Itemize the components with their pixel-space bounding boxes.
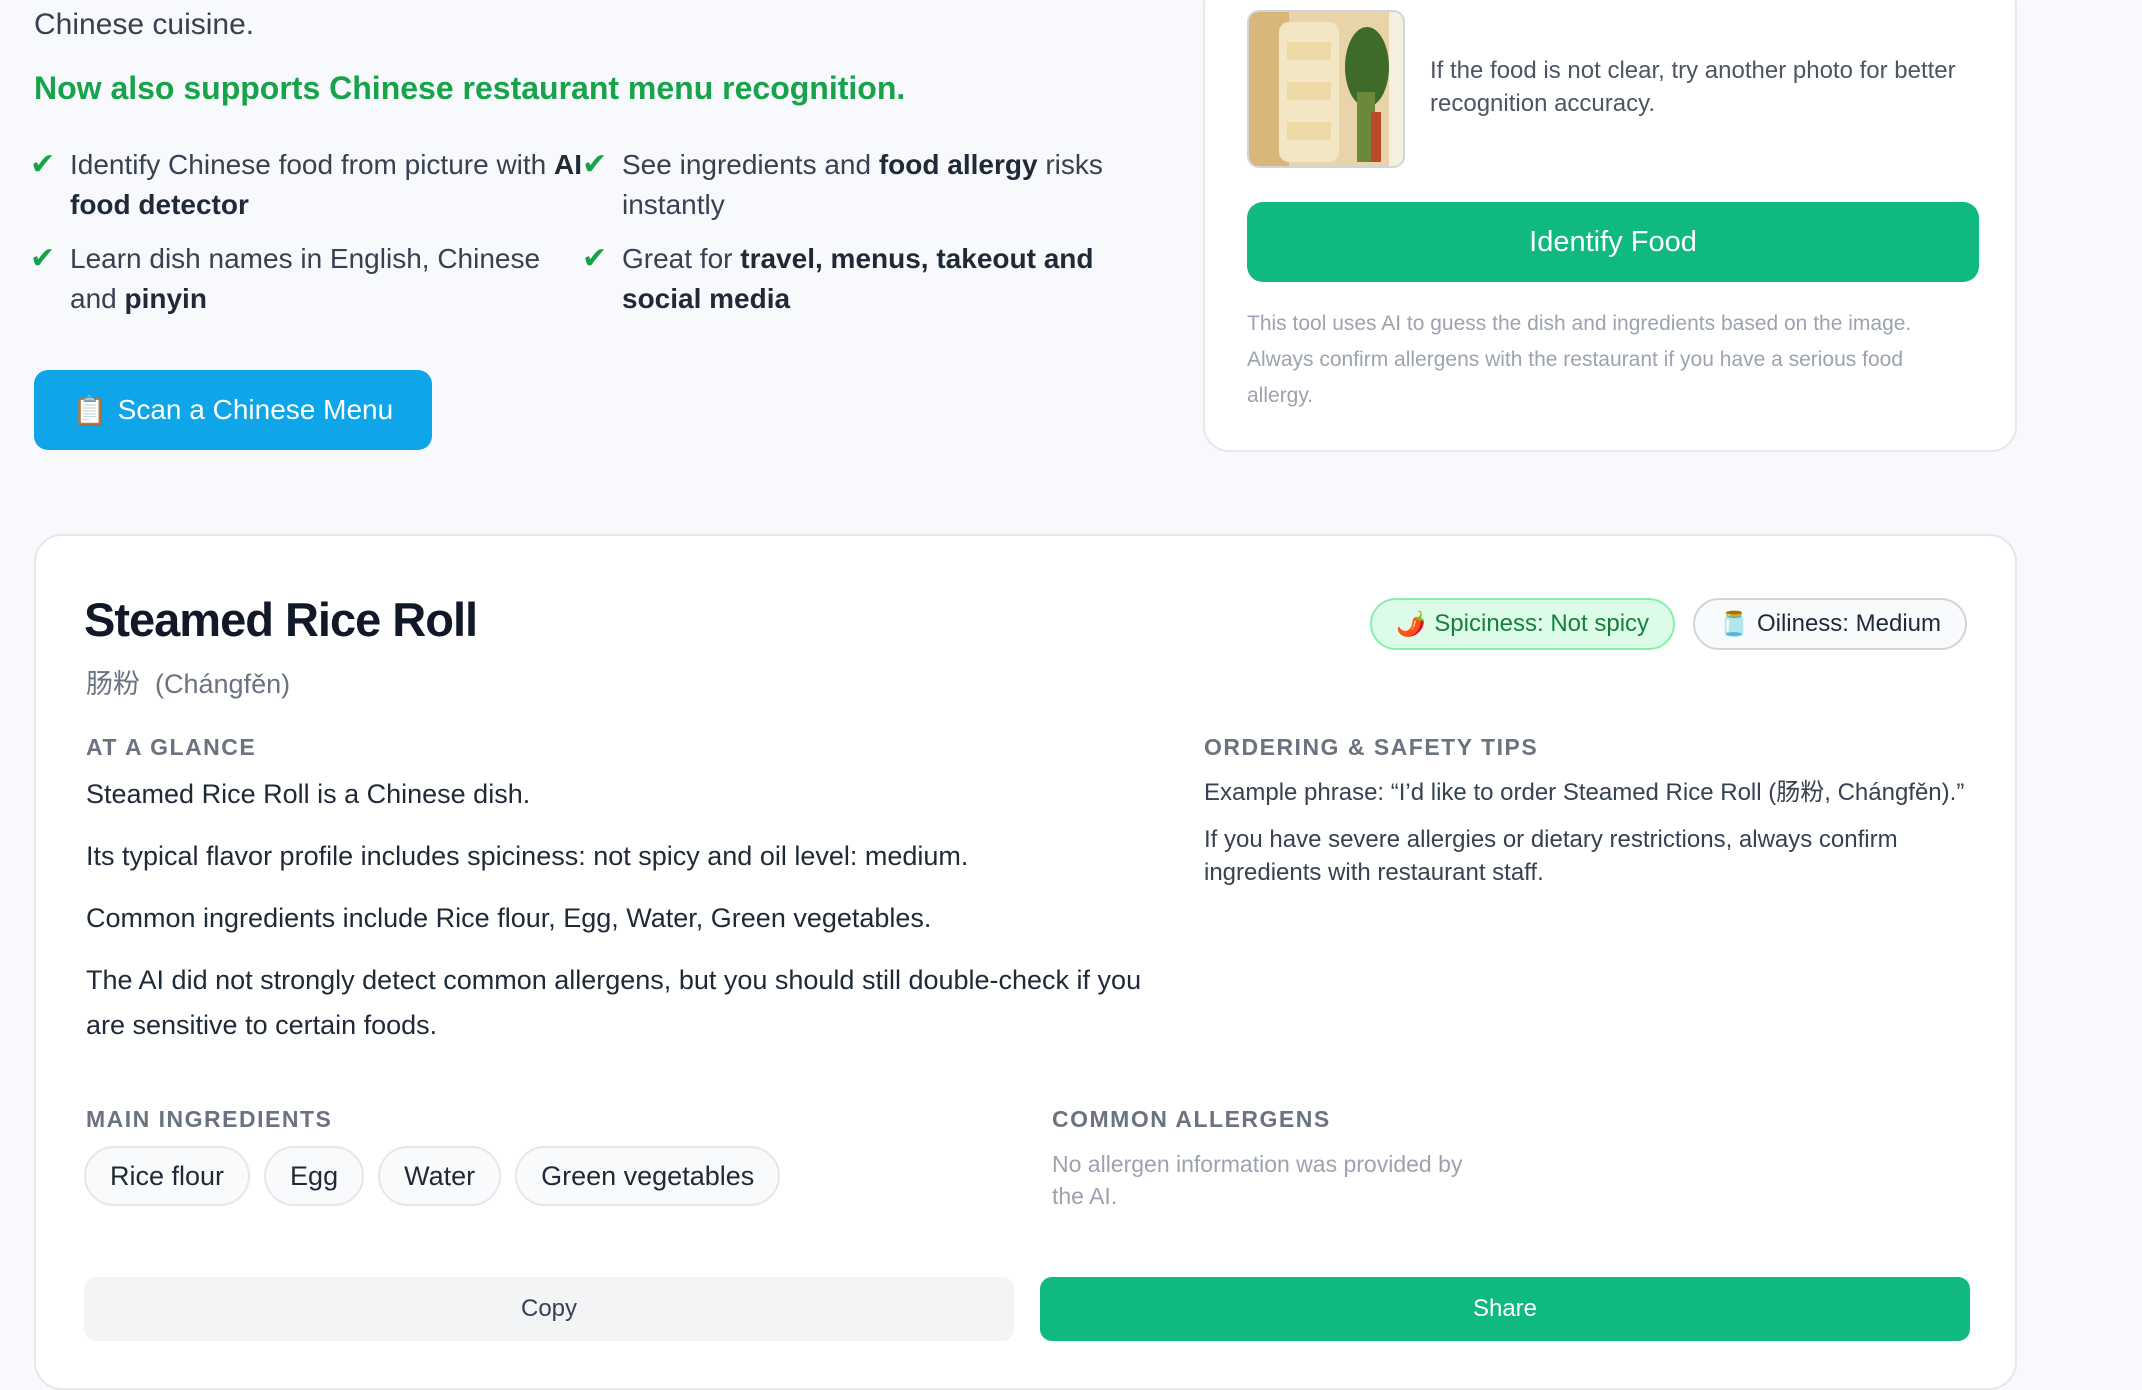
ordering-tips-heading: ORDERING & SAFETY TIPS: [1204, 734, 1539, 760]
glance-paragraph: The AI did not strongly detect common al…: [86, 965, 1142, 1040]
ingredient-chip: Rice flour: [84, 1146, 251, 1206]
feature-item: ✔ Great for travel, menus, takeout and s…: [582, 239, 1142, 319]
feature-item: ✔ See ingredients and food allergy risks…: [582, 145, 1142, 225]
main-ingredients-heading: MAIN INGREDIENTS: [86, 1106, 333, 1132]
copy-button[interactable]: Copy: [84, 1277, 1014, 1341]
oiliness-badge: 🫙 Oiliness: Medium: [1693, 598, 1967, 650]
checkmark-icon: ✔: [582, 148, 608, 181]
food-photo-thumbnail[interactable]: [1247, 10, 1405, 168]
feature-list: ✔ Identify Chinese food from picture wit…: [30, 145, 1142, 319]
scan-menu-button[interactable]: 📋 Scan a Chinese Menu: [34, 370, 432, 450]
ingredient-chip: Water: [378, 1146, 502, 1206]
allergen-note: No allergen information was provided by …: [1052, 1151, 1463, 1209]
glance-description: Steamed Rice Roll is a Chinese dish. Its…: [86, 772, 1146, 1065]
upload-card: If the food is not clear, try another ph…: [1203, 0, 2017, 452]
checkmark-icon: ✔: [30, 242, 56, 275]
dish-chinese-name: 肠粉 (Chángfěn): [86, 669, 291, 699]
common-allergens-heading: COMMON ALLERGENS: [1052, 1106, 1331, 1132]
ai-disclaimer: This tool uses AI to guess the dish and …: [1247, 312, 1912, 407]
feature-item: ✔ Identify Chinese food from picture wit…: [30, 145, 582, 225]
ordering-tips: Example phrase: “I’d like to order Steam…: [1204, 776, 1974, 903]
share-button[interactable]: Share: [1040, 1277, 1970, 1341]
food-photo: [1249, 12, 1403, 166]
checkmark-icon: ✔: [30, 148, 56, 181]
glance-paragraph: Common ingredients include Rice flour, E…: [86, 903, 932, 933]
glance-paragraph: Steamed Rice Roll is a Chinese dish.: [86, 779, 531, 809]
photo-hint: If the food is not clear, try another ph…: [1430, 57, 1956, 117]
oil-bottle-icon: 🫙: [1719, 610, 1749, 638]
tip-paragraph: If you have severe allergies or dietary …: [1204, 826, 1898, 886]
ingredient-chips: Rice flour Egg Water Green vegetables: [84, 1146, 781, 1206]
menu-support-headline: Now also supports Chinese restaurant men…: [34, 70, 906, 106]
feature-item: ✔ Learn dish names in English, Chinese a…: [30, 239, 582, 319]
glance-paragraph: Its typical flavor profile includes spic…: [86, 841, 969, 871]
flavor-badges: 🌶️ Spiciness: Not spicy 🫙 Oiliness: Medi…: [1370, 598, 1967, 650]
result-card: Steamed Rice Roll 肠粉 (Chángfěn) 🌶️ Spici…: [34, 534, 2017, 1390]
checkmark-icon: ✔: [582, 242, 608, 275]
identify-food-button[interactable]: Identify Food: [1247, 202, 1979, 282]
ingredient-chip: Green vegetables: [515, 1146, 781, 1206]
dish-name: Steamed Rice Roll: [84, 593, 478, 646]
ingredient-chip: Egg: [264, 1146, 365, 1206]
clipboard-icon: 📋: [72, 394, 108, 426]
intro-text: Chinese cuisine.: [34, 8, 255, 41]
scan-menu-label: Scan a Chinese Menu: [117, 394, 394, 425]
at-a-glance-heading: AT A GLANCE: [86, 734, 257, 760]
chili-icon: 🌶️: [1396, 610, 1427, 638]
tip-paragraph: Example phrase: “I’d like to order Steam…: [1204, 779, 1965, 806]
spiciness-badge: 🌶️ Spiciness: Not spicy: [1370, 598, 1676, 650]
